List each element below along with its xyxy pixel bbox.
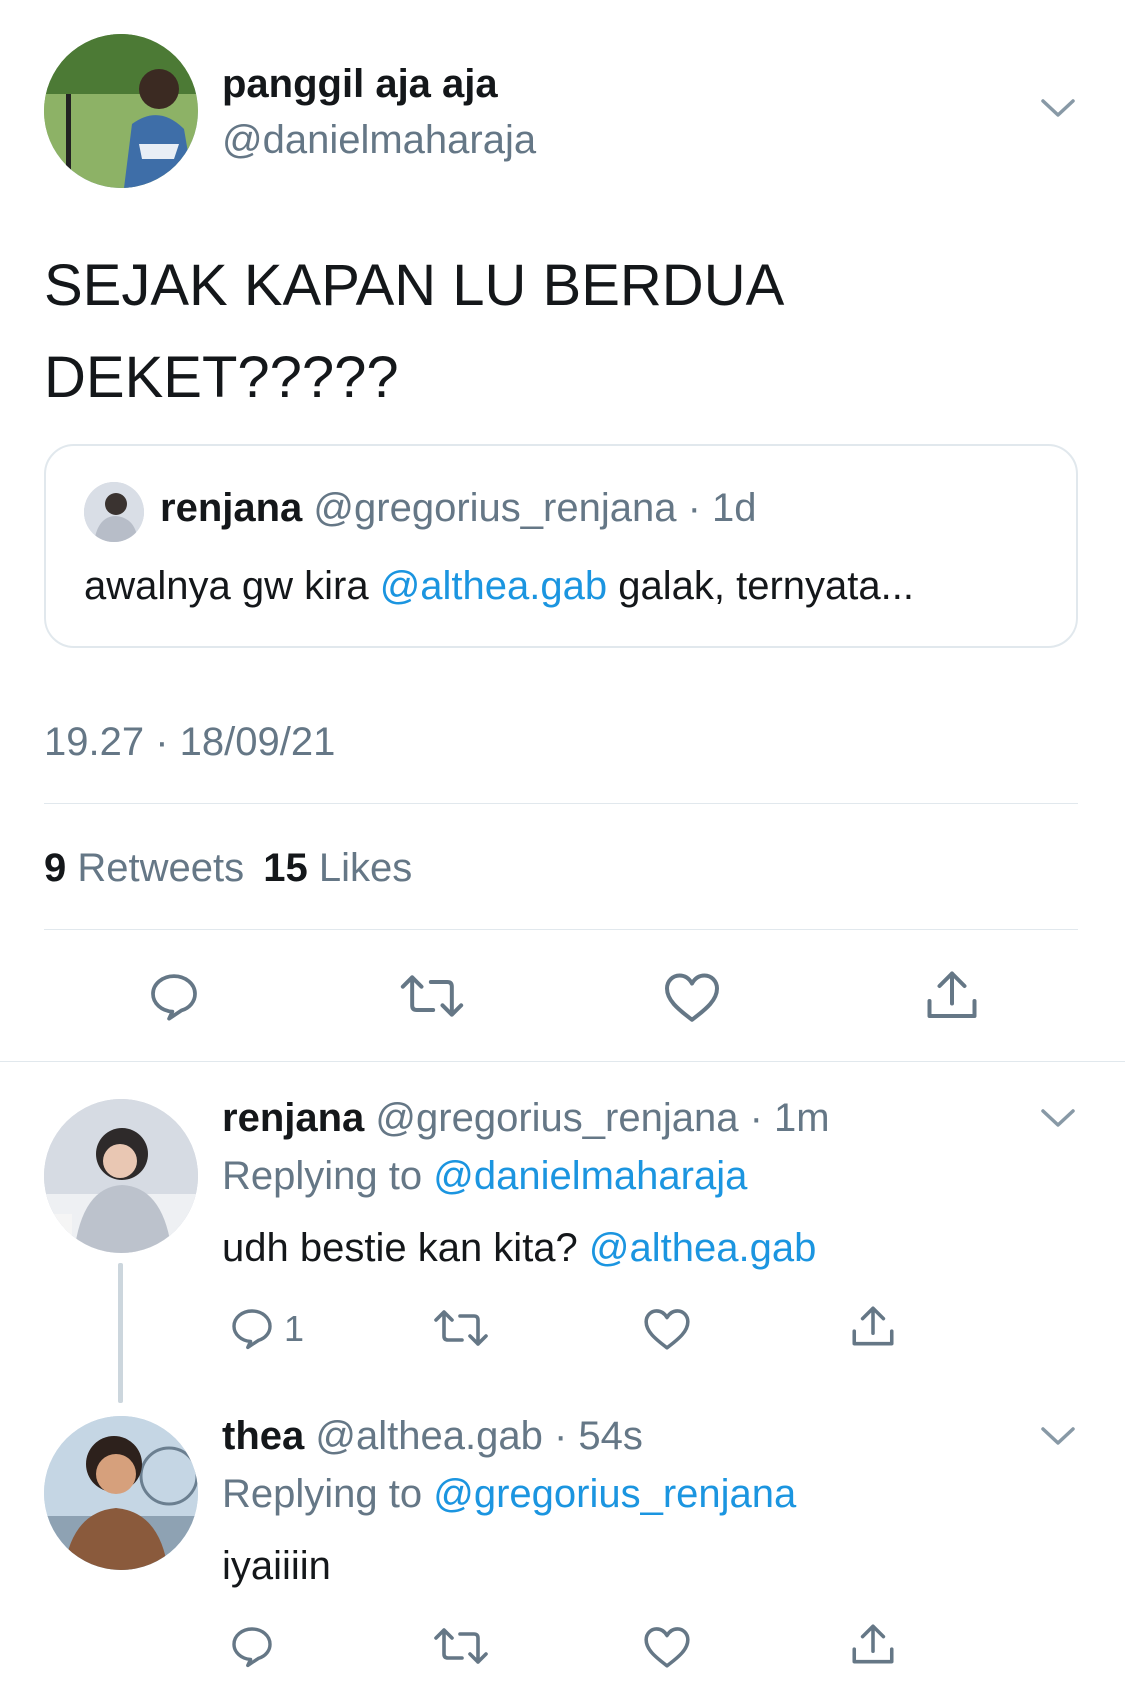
reply-author-line: renjana @gregorius_renjana · 1m <box>222 1094 830 1142</box>
likes-stat[interactable]: 15 Likes <box>263 846 412 890</box>
author-avatar[interactable] <box>44 34 198 188</box>
reply-mention-link[interactable]: @althea.gab <box>589 1226 816 1270</box>
quoted-display-name: renjana <box>160 486 303 530</box>
heart-icon[interactable] <box>662 968 722 1024</box>
share-icon[interactable] <box>922 966 982 1026</box>
replying-to-label: Replying to <box>222 1154 434 1198</box>
tweet-text-line: SEJAK KAPAN LU BERDUA <box>44 253 785 318</box>
likes-count: 15 <box>263 846 308 890</box>
share-icon[interactable] <box>848 1620 898 1670</box>
replying-to-label: Replying to <box>222 1472 434 1516</box>
chevron-down-icon[interactable] <box>1040 1424 1076 1448</box>
retweets-stat[interactable]: 9 Retweets <box>44 846 255 890</box>
heart-icon[interactable] <box>642 1623 692 1669</box>
replying-to-line: Replying to @danielmaharaja <box>222 1152 747 1200</box>
engagement-stats: 9 Retweets 15 Likes <box>44 844 412 892</box>
quoted-author-avatar <box>84 482 144 542</box>
chevron-down-icon[interactable] <box>1040 96 1076 120</box>
reply-time: · 1m <box>749 1096 830 1140</box>
chevron-down-icon[interactable] <box>1040 1106 1076 1130</box>
reply-handle[interactable]: @althea.gab <box>315 1414 542 1458</box>
quoted-tweet-card[interactable]: renjana @gregorius_renjana · 1d awalnya … <box>44 444 1078 648</box>
tweet-timestamp[interactable]: 19.27 · 18/09/21 <box>44 718 335 766</box>
reply-time: · 54s <box>553 1414 643 1458</box>
reply-icon[interactable] <box>146 968 202 1024</box>
divider <box>44 929 1078 930</box>
quoted-text: awalnya gw kira @althea.gab galak, terny… <box>84 562 914 610</box>
author-handle[interactable]: @danielmaharaja <box>222 116 536 164</box>
quoted-text-end: galak, ternyata... <box>607 564 914 608</box>
quoted-author-line: renjana @gregorius_renjana · 1d <box>160 484 757 532</box>
reply-handle[interactable]: @gregorius_renjana <box>375 1096 738 1140</box>
retweet-icon[interactable] <box>432 1622 490 1670</box>
quoted-text-start: awalnya gw kira <box>84 564 380 608</box>
quoted-time: · 1d <box>687 486 757 530</box>
reply-icon[interactable] <box>228 1304 276 1352</box>
divider <box>0 1061 1125 1062</box>
likes-label: Likes <box>318 846 413 890</box>
reply-author-avatar[interactable] <box>44 1099 198 1253</box>
reply-author-avatar[interactable] <box>44 1416 198 1570</box>
reply-display-name[interactable]: thea <box>222 1414 304 1458</box>
replying-to-link[interactable]: @danielmaharaja <box>433 1154 747 1198</box>
author-display-name[interactable]: panggil aja aja <box>222 60 498 108</box>
retweet-icon[interactable] <box>398 968 466 1024</box>
retweets-count: 9 <box>44 846 67 890</box>
reply-text-body: udh bestie kan kita? <box>222 1226 589 1270</box>
retweets-label: Retweets <box>77 846 245 890</box>
reply-icon[interactable] <box>228 1622 276 1670</box>
quoted-mention-link[interactable]: @althea.gab <box>380 564 607 608</box>
reply-display-name[interactable]: renjana <box>222 1096 364 1140</box>
heart-icon[interactable] <box>642 1305 692 1351</box>
quoted-handle: @gregorius_renjana <box>313 486 677 530</box>
reply-author-line: thea @althea.gab · 54s <box>222 1412 643 1460</box>
replying-to-line: Replying to @gregorius_renjana <box>222 1470 796 1518</box>
reply-count: 1 <box>284 1308 305 1349</box>
reply-text: udh bestie kan kita? @althea.gab <box>222 1224 816 1272</box>
thread-connector-line <box>118 1263 123 1403</box>
reply-text: iyaiiiin <box>222 1544 331 1588</box>
replying-to-link[interactable]: @gregorius_renjana <box>433 1472 796 1516</box>
tweet-text-line: DEKET????? <box>44 345 399 410</box>
retweet-icon[interactable] <box>432 1304 490 1352</box>
tweet-text: SEJAK KAPAN LU BERDUA DEKET????? <box>44 240 784 424</box>
share-icon[interactable] <box>848 1302 898 1352</box>
divider <box>44 803 1078 804</box>
